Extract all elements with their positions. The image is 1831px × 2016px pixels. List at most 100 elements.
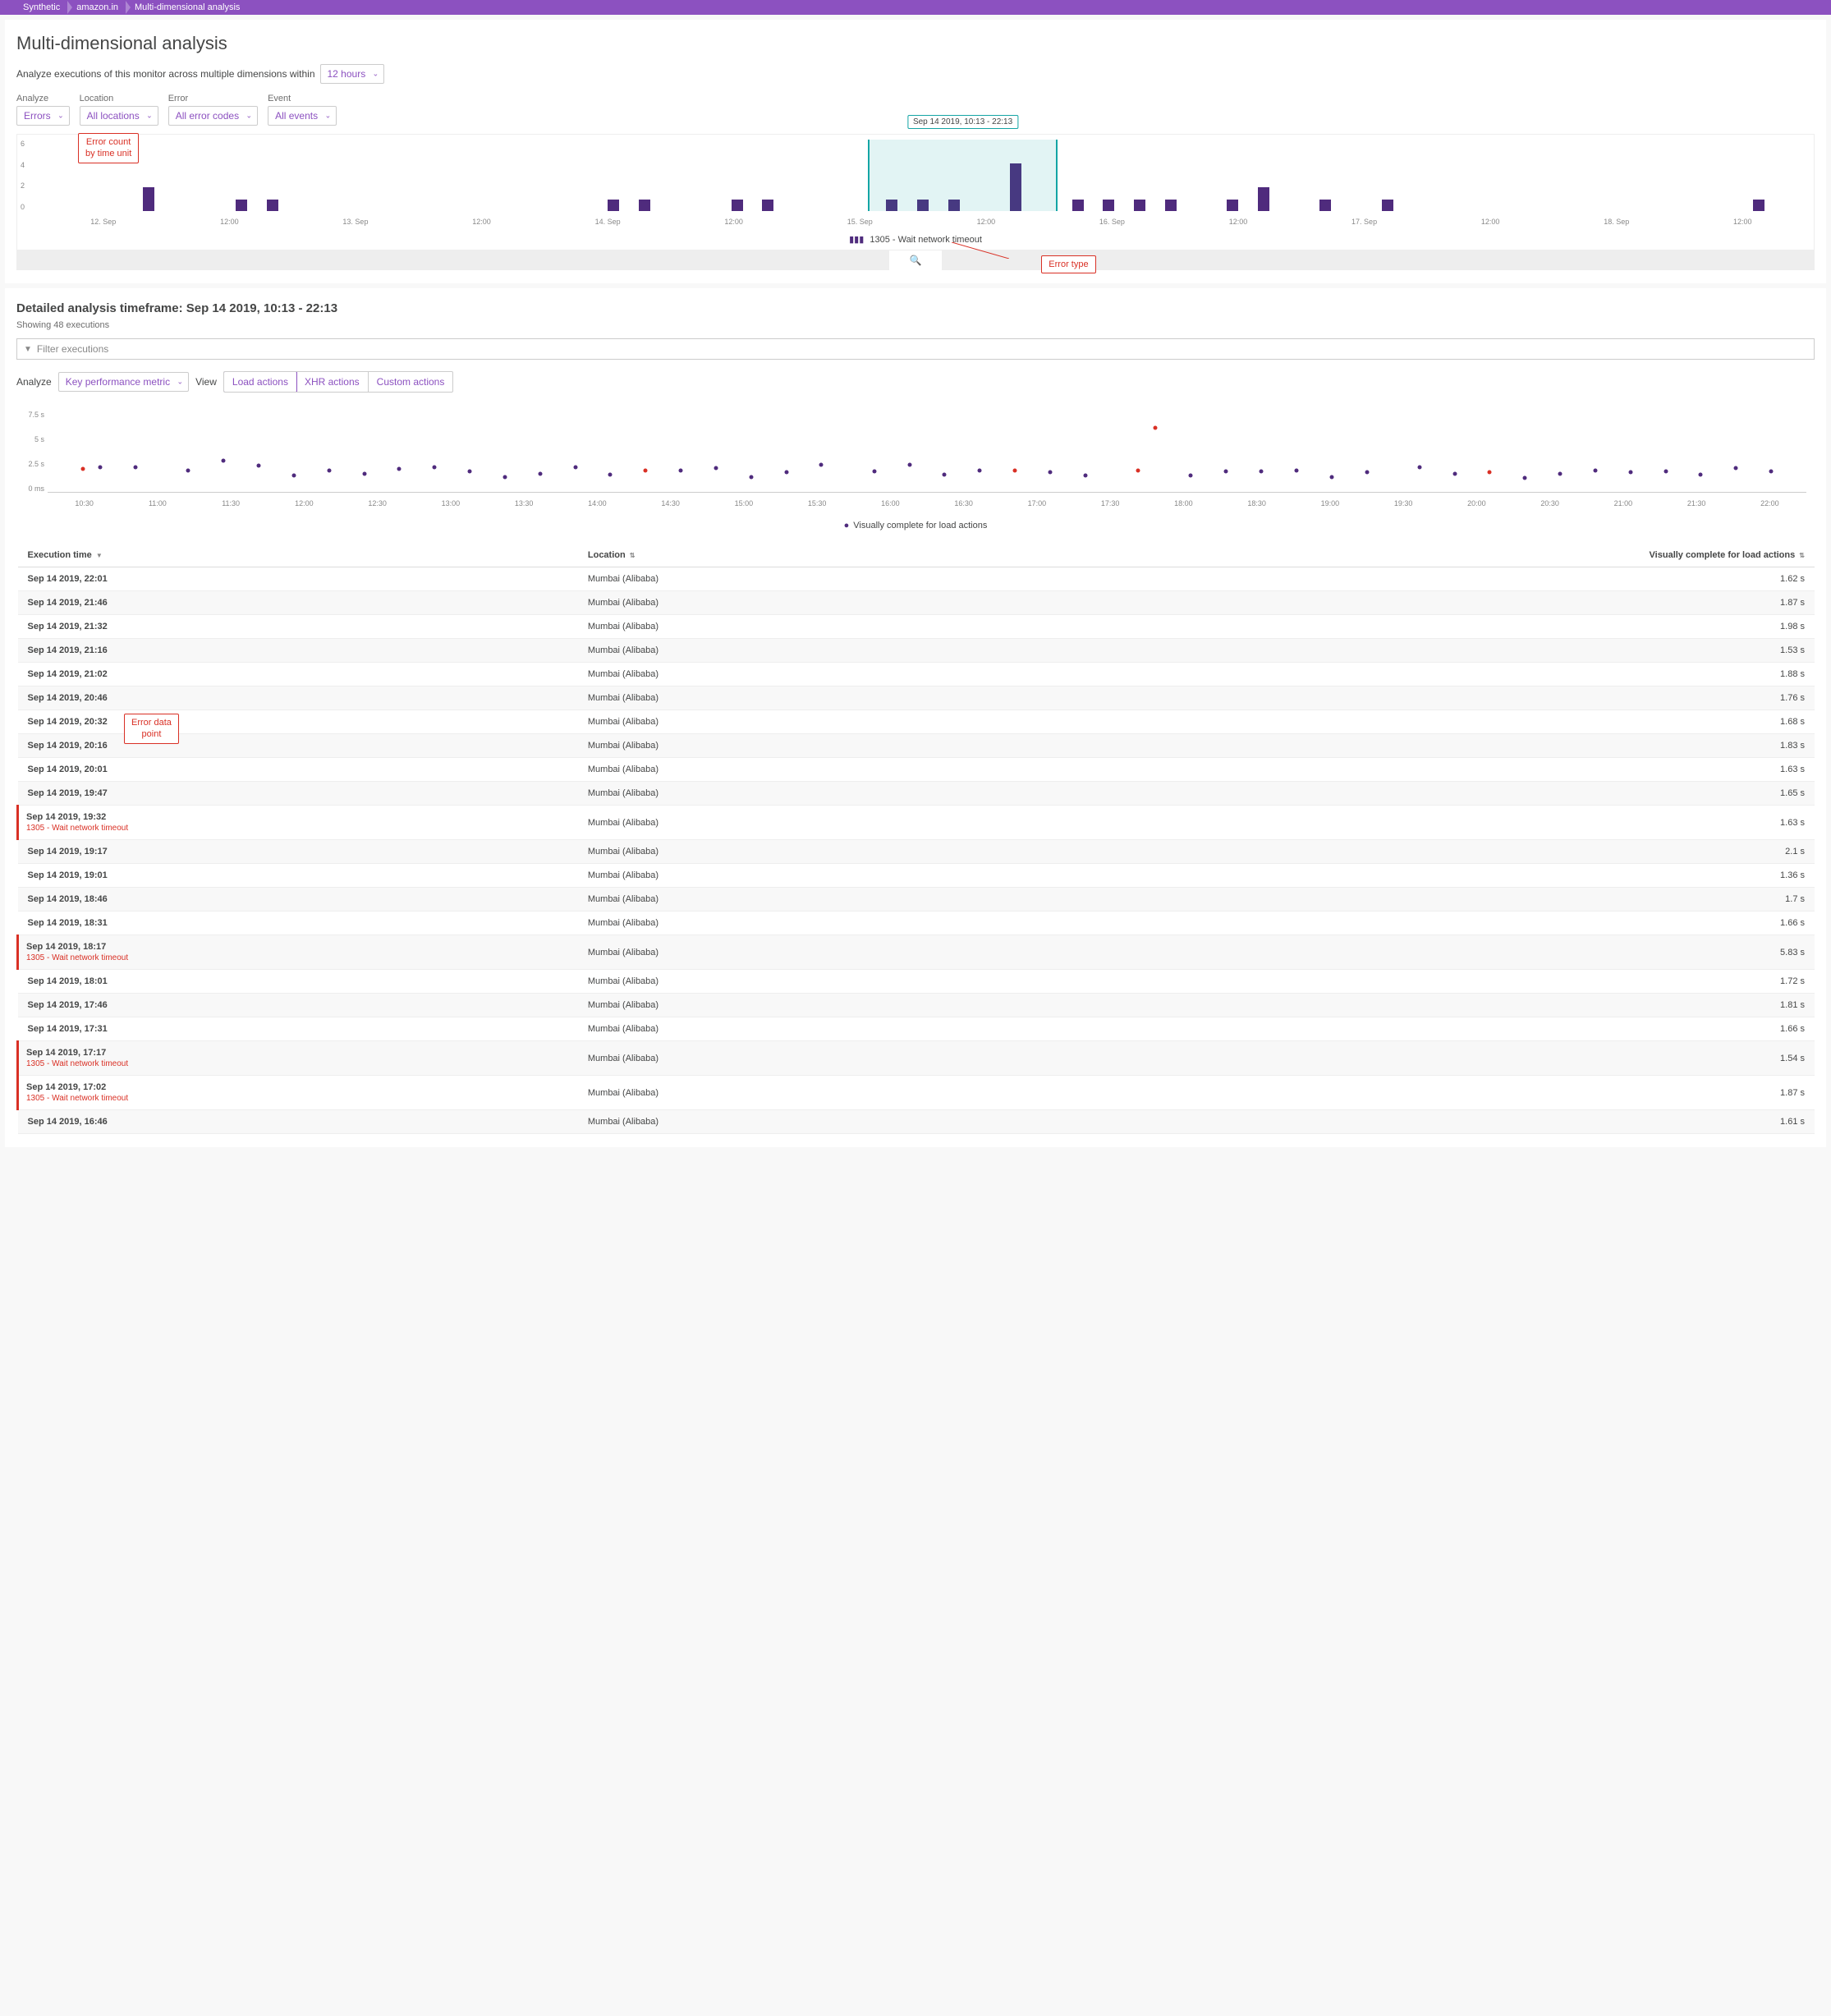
bar-icon: ▮▮▮ [849, 235, 864, 245]
data-point[interactable] [573, 465, 577, 469]
data-point[interactable] [1154, 426, 1158, 430]
data-point[interactable] [1699, 472, 1703, 476]
zoom-reset[interactable]: 🔍 [889, 250, 942, 270]
col-location[interactable]: Location ⇅ [578, 544, 999, 567]
data-point[interactable] [502, 475, 507, 479]
data-point[interactable] [1558, 471, 1563, 475]
data-point[interactable] [1734, 466, 1738, 470]
data-point[interactable] [397, 467, 402, 471]
data-point[interactable] [99, 465, 103, 469]
table-row[interactable]: Sep 14 2019, 21:16Mumbai (Alibaba)1.53 s [18, 639, 1815, 663]
data-point[interactable] [872, 469, 876, 473]
data-point[interactable] [134, 465, 138, 469]
data-point[interactable] [433, 465, 437, 469]
data-point[interactable] [1769, 469, 1774, 473]
col-metric[interactable]: Visually complete for load actions ⇅ [999, 544, 1815, 567]
timeframe-select[interactable]: 12 hours ⌄ [320, 64, 385, 84]
data-point[interactable] [291, 474, 296, 478]
data-point[interactable] [1259, 469, 1263, 473]
col-execution-time[interactable]: Execution time ▼ [18, 544, 578, 567]
execution-time: Sep 14 2019, 17:17 [26, 1048, 106, 1058]
data-point[interactable] [1189, 474, 1193, 478]
data-point[interactable] [1664, 469, 1668, 473]
table-row[interactable]: Sep 14 2019, 21:32Mumbai (Alibaba)1.98 s [18, 615, 1815, 639]
data-point[interactable] [1593, 468, 1597, 472]
table-row[interactable]: Sep 14 2019, 20:46Mumbai (Alibaba)1.76 s [18, 687, 1815, 710]
data-point[interactable] [1294, 468, 1298, 472]
data-point[interactable] [608, 472, 613, 476]
table-row[interactable]: Sep 14 2019, 18:31Mumbai (Alibaba)1.66 s [18, 912, 1815, 935]
data-point[interactable] [468, 469, 472, 473]
table-row[interactable]: Sep 14 2019, 18:46Mumbai (Alibaba)1.7 s [18, 888, 1815, 912]
analyze-select[interactable]: Errors ⌄ [16, 106, 70, 126]
tab-load-actions[interactable]: Load actions [223, 371, 297, 393]
data-point[interactable] [784, 471, 788, 475]
data-point[interactable] [644, 468, 648, 472]
data-point[interactable] [1013, 468, 1017, 472]
data-point[interactable] [257, 464, 261, 468]
data-point[interactable] [679, 468, 683, 472]
data-point[interactable] [1417, 465, 1421, 469]
table-row[interactable]: Sep 14 2019, 18:01Mumbai (Alibaba)1.72 s [18, 970, 1815, 994]
scatter-x-axis: 10:3011:0011:3012:0012:3013:0013:3014:00… [48, 499, 1806, 507]
data-point[interactable] [1365, 471, 1369, 475]
scatter-chart[interactable]: 7.5 s5 s2.5 s0 ms 10:3011:0011:3012:0012… [16, 404, 1815, 511]
table-row[interactable]: Sep 14 2019, 19:17Mumbai (Alibaba)2.1 s [18, 840, 1815, 864]
data-point[interactable] [1452, 471, 1457, 475]
data-point[interactable] [222, 458, 226, 462]
data-point[interactable] [327, 468, 331, 472]
data-point[interactable] [819, 463, 824, 467]
breadcrumb-synthetic[interactable]: Synthetic [15, 2, 68, 12]
table-row[interactable]: Sep 14 2019, 20:32Mumbai (Alibaba)1.68 s [18, 710, 1815, 734]
analyze-value: Errors [24, 110, 51, 122]
bar-chart[interactable]: 6420 12. Sep12:0013. Sep12:0014. Sep12:0… [17, 135, 1814, 229]
execution-time: Sep 14 2019, 19:32 [26, 812, 106, 822]
data-point[interactable] [1136, 468, 1140, 472]
data-point[interactable] [362, 471, 366, 475]
filter-executions-input[interactable]: ▼ Filter executions [16, 338, 1815, 360]
table-row[interactable]: Sep 14 2019, 21:02Mumbai (Alibaba)1.88 s [18, 663, 1815, 687]
table-row[interactable]: Sep 14 2019, 17:46Mumbai (Alibaba)1.81 s [18, 994, 1815, 1017]
table-row[interactable]: Sep 14 2019, 22:01Mumbai (Alibaba)1.62 s [18, 567, 1815, 591]
breadcrumb-monitor[interactable]: amazon.in [68, 2, 126, 12]
bar-chart-legend: ▮▮▮ 1305 - Wait network timeout [17, 229, 1814, 250]
error-select[interactable]: All error codes ⌄ [168, 106, 258, 126]
table-row[interactable]: Sep 14 2019, 19:47Mumbai (Alibaba)1.65 s [18, 782, 1815, 806]
metric-cell: 1.36 s [999, 864, 1815, 888]
time-selection[interactable]: Sep 14 2019, 10:13 - 22:13 [868, 140, 1057, 211]
table-row[interactable]: Sep 14 2019, 17:171305 - Wait network ti… [18, 1041, 1815, 1076]
data-point[interactable] [1224, 469, 1228, 473]
table-row[interactable]: Sep 14 2019, 18:171305 - Wait network ti… [18, 935, 1815, 970]
data-point[interactable] [1048, 471, 1052, 475]
data-point[interactable] [538, 471, 542, 475]
data-point[interactable] [1488, 471, 1492, 475]
data-point[interactable] [80, 467, 85, 471]
table-row[interactable]: Sep 14 2019, 16:46Mumbai (Alibaba)1.61 s [18, 1110, 1815, 1134]
location-select[interactable]: All locations ⌄ [80, 106, 158, 126]
data-point[interactable] [943, 472, 947, 476]
sort-icon: ⇅ [630, 552, 636, 559]
magnifier-icon: 🔍 [910, 255, 922, 266]
table-row[interactable]: Sep 14 2019, 19:01Mumbai (Alibaba)1.36 s [18, 864, 1815, 888]
data-point[interactable] [907, 463, 911, 467]
data-point[interactable] [186, 468, 190, 472]
table-row[interactable]: Sep 14 2019, 21:46Mumbai (Alibaba)1.87 s [18, 591, 1815, 615]
data-point[interactable] [1083, 474, 1087, 478]
data-point[interactable] [1628, 471, 1632, 475]
event-select[interactable]: All events ⌄ [268, 106, 337, 126]
data-point[interactable] [1523, 475, 1527, 480]
metric-cell: 1.53 s [999, 639, 1815, 663]
table-row[interactable]: Sep 14 2019, 17:021305 - Wait network ti… [18, 1076, 1815, 1110]
table-row[interactable]: Sep 14 2019, 19:321305 - Wait network ti… [18, 806, 1815, 840]
data-point[interactable] [978, 468, 982, 472]
metric-select[interactable]: Key performance metric ⌄ [58, 372, 189, 392]
tab-xhr-actions[interactable]: XHR actions [296, 372, 369, 392]
description-text: Analyze executions of this monitor acros… [16, 68, 315, 80]
table-row[interactable]: Sep 14 2019, 20:01Mumbai (Alibaba)1.63 s [18, 758, 1815, 782]
table-row[interactable]: Sep 14 2019, 17:31Mumbai (Alibaba)1.66 s [18, 1017, 1815, 1041]
tab-custom-actions[interactable]: Custom actions [369, 372, 453, 392]
data-point[interactable] [749, 475, 753, 479]
data-point[interactable] [714, 466, 718, 470]
data-point[interactable] [1329, 475, 1333, 479]
table-row[interactable]: Sep 14 2019, 20:16Mumbai (Alibaba)1.83 s [18, 734, 1815, 758]
